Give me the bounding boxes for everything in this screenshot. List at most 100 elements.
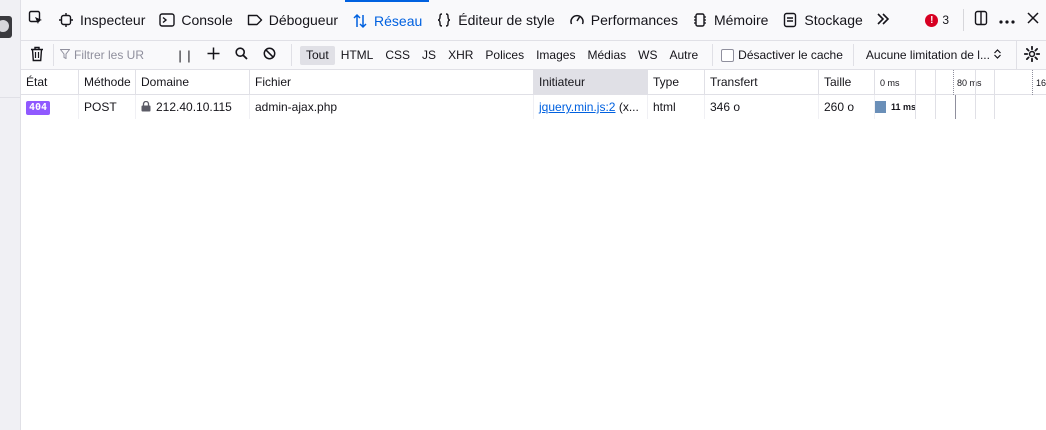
tab-debogueur[interactable]: Débogueur	[240, 0, 345, 40]
page-edge-strip	[0, 0, 21, 430]
request-type-filters: Tout HTML CSS JS XHR Polices Images Médi…	[291, 44, 704, 66]
cell-method: POST	[84, 100, 117, 114]
filter-type-images[interactable]: Images	[530, 46, 581, 65]
performance-icon	[569, 12, 585, 28]
add-request-button[interactable]	[199, 41, 227, 69]
cell-file: admin-ajax.php	[255, 100, 338, 114]
more-options-button[interactable]	[994, 4, 1020, 36]
tab-label: Inspecteur	[80, 12, 146, 28]
filter-type-fonts[interactable]: Polices	[479, 46, 530, 65]
tab-performances[interactable]: Performances	[562, 0, 685, 40]
dock-side-button[interactable]	[968, 4, 994, 36]
table-row[interactable]: 404 POST 212.40.10.115 admin-ajax.php jq…	[21, 95, 1046, 119]
updown-arrows-icon	[994, 48, 1001, 62]
search-button[interactable]	[227, 41, 255, 69]
disable-cache-label: Désactiver le cache	[738, 48, 843, 62]
error-count-badge[interactable]: ! 3	[915, 13, 959, 27]
gear-icon	[1023, 45, 1040, 65]
column-header-method[interactable]: Méthode	[79, 70, 136, 95]
filter-type-all[interactable]: Tout	[300, 45, 335, 65]
more-tabs-button[interactable]	[870, 0, 896, 40]
avatar	[0, 16, 12, 38]
tab-label: Performances	[590, 12, 678, 28]
block-requests-button[interactable]	[255, 41, 283, 69]
tab-label: Éditeur de style	[458, 12, 555, 28]
cell-domain: 212.40.10.115	[136, 95, 250, 119]
filter-type-css[interactable]: CSS	[379, 46, 416, 65]
filter-type-js[interactable]: JS	[416, 46, 442, 65]
disable-cache-checkbox[interactable]	[721, 48, 735, 62]
filter-type-html[interactable]: HTML	[335, 46, 380, 65]
filter-icon	[59, 48, 71, 62]
tab-label: Console	[181, 12, 233, 28]
throttling-value: Aucune limitation de l...	[865, 48, 990, 62]
url-filter	[53, 44, 171, 66]
column-header-initiator[interactable]: Initiateur	[534, 70, 648, 95]
disable-cache-toggle[interactable]: Désactiver le cache	[712, 44, 843, 66]
filter-type-xhr[interactable]: XHR	[442, 46, 479, 65]
style-editor-icon	[436, 12, 452, 28]
divider	[963, 9, 964, 31]
waterfall-tick: 0 ms	[880, 78, 900, 88]
tab-console[interactable]: Console	[152, 0, 239, 40]
network-toolbar: | | Tout HTML CSS JS	[21, 41, 1046, 70]
close-devtools-button[interactable]	[1020, 4, 1046, 36]
memory-icon	[692, 12, 708, 28]
cell-initiator: jquery.min.js:2 (x...	[534, 95, 648, 119]
element-picker-button[interactable]	[21, 0, 51, 40]
chevron-double-right-icon	[876, 10, 890, 31]
tab-inspecteur[interactable]: Inspecteur	[51, 0, 152, 40]
storage-icon	[782, 12, 798, 28]
close-icon	[1027, 11, 1039, 29]
column-header-waterfall[interactable]: 0 ms 80 ms 16	[875, 70, 1046, 95]
timing-label: 11 ms	[891, 102, 917, 112]
lock-icon	[141, 96, 151, 119]
column-header-file[interactable]: Fichier	[250, 70, 534, 95]
tab-reseau[interactable]: Réseau	[345, 0, 430, 40]
tab-label: Réseau	[374, 13, 423, 29]
toolbar-right: ! 3	[915, 0, 1046, 40]
throttling-select[interactable]: Aucune limitation de l...	[852, 44, 1001, 66]
tab-label: Débogueur	[268, 12, 339, 28]
cell-waterfall: 11 ms	[875, 95, 1046, 119]
url-filter-input[interactable]	[74, 48, 170, 62]
column-header-size[interactable]: Taille	[819, 70, 875, 95]
column-header-type[interactable]: Type	[648, 70, 705, 95]
filter-type-ws[interactable]: WS	[632, 46, 663, 65]
cell-transferred: 346 o	[710, 100, 741, 114]
pause-button[interactable]: | |	[171, 48, 199, 63]
error-count: 3	[942, 13, 949, 27]
network-icon	[352, 13, 368, 29]
search-icon	[234, 47, 248, 63]
block-icon	[263, 47, 276, 63]
requests-table: État Méthode Domaine Fichier Initiateur …	[21, 70, 1046, 430]
pause-icon: | |	[178, 47, 192, 63]
cell-type: html	[653, 100, 676, 114]
inspector-icon	[58, 12, 74, 28]
cell-size: 260 o	[824, 100, 855, 114]
cell-status: 404	[21, 95, 79, 119]
tab-editeur-de-style[interactable]: Éditeur de style	[429, 0, 562, 40]
column-header-domain[interactable]: Domaine	[136, 70, 250, 95]
column-header-status[interactable]: État	[21, 70, 79, 95]
waterfall-tick: 80 ms	[957, 78, 982, 88]
domain-text: 212.40.10.115	[156, 100, 232, 114]
tab-label: Stockage	[804, 12, 863, 28]
element-picker-icon	[28, 10, 44, 31]
filter-type-media[interactable]: Médias	[581, 46, 632, 65]
tab-memoire[interactable]: Mémoire	[685, 0, 775, 40]
clear-requests-button[interactable]	[21, 41, 53, 69]
console-icon	[159, 12, 176, 28]
devtools-window: Inspecteur Console Débogueur Réseau Édit…	[0, 0, 1046, 430]
tab-label: Mémoire	[713, 12, 769, 28]
initiator-link[interactable]: jquery.min.js:2	[539, 100, 615, 114]
status-badge: 404	[26, 100, 51, 115]
debugger-icon	[247, 12, 263, 28]
column-header-transferred[interactable]: Transfert	[705, 70, 819, 95]
network-settings-button[interactable]	[1016, 41, 1046, 69]
table-header: État Méthode Domaine Fichier Initiateur …	[21, 70, 1046, 95]
filter-type-other[interactable]: Autre	[663, 46, 704, 65]
tab-stockage[interactable]: Stockage	[775, 0, 869, 40]
plus-icon	[207, 47, 220, 63]
dock-side-icon	[973, 10, 989, 31]
